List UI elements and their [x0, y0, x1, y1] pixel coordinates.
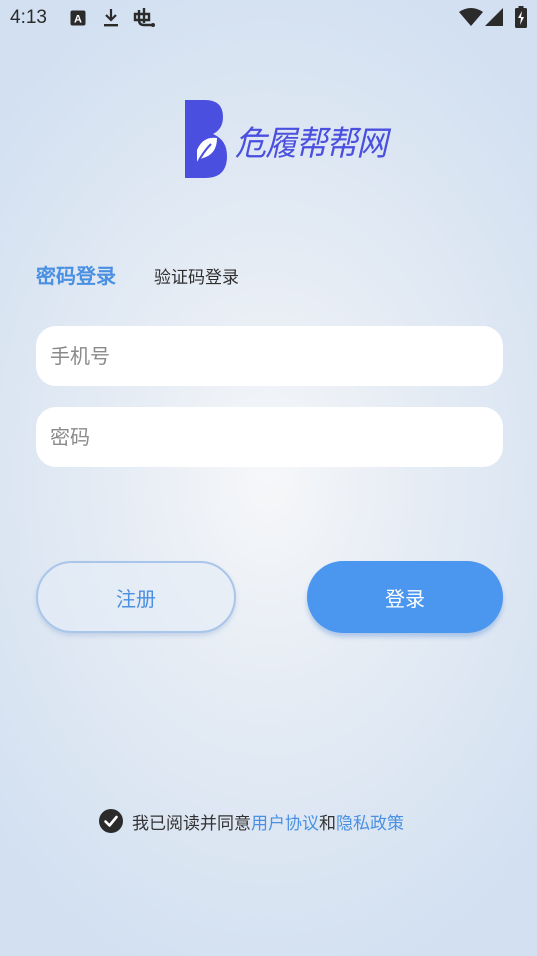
login-button[interactable]: 登录: [307, 561, 503, 633]
password-input[interactable]: [36, 407, 503, 467]
phone-field-container: [36, 326, 503, 386]
download-icon: [102, 8, 120, 32]
tab-password-login[interactable]: 密码登录: [36, 260, 116, 289]
agreement-and: 和: [319, 813, 336, 834]
wifi-icon: [459, 8, 483, 30]
checkbox-checked-icon[interactable]: [99, 809, 123, 833]
status-bar: 4:13 A: [0, 0, 537, 36]
agreement-row: 我已阅读并同意 用户协议 和 隐私政策: [99, 808, 404, 834]
svg-text:A: A: [74, 14, 82, 26]
b-leaf-logo-icon: [183, 98, 227, 184]
login-button-label: 登录: [385, 586, 425, 611]
register-button-label: 注册: [116, 586, 156, 611]
user-agreement-link[interactable]: 用户协议: [251, 809, 319, 834]
privacy-policy-link[interactable]: 隐私政策: [336, 809, 404, 834]
signal-icon: [485, 8, 503, 30]
register-button[interactable]: 注册: [36, 561, 236, 633]
debug-icon: [132, 7, 156, 33]
phone-input[interactable]: [36, 326, 503, 386]
password-field-container: [36, 407, 503, 467]
battery-charging-icon: [515, 6, 527, 32]
tab-verification-code-login[interactable]: 验证码登录: [154, 263, 239, 288]
keyboard-a-icon: A: [70, 10, 86, 30]
agreement-prefix: 我已阅读并同意: [132, 813, 251, 834]
logo-text: 危履帮帮网: [235, 124, 388, 164]
status-time: 4:13: [10, 7, 47, 28]
app-logo: 危履帮帮网: [183, 98, 388, 180]
